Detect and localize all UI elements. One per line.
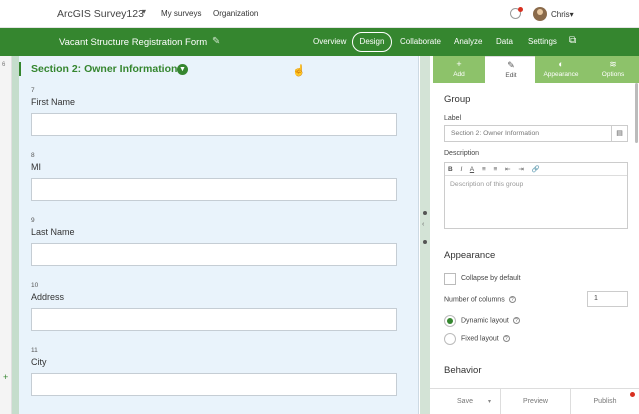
tab-add[interactable]: + Add <box>433 56 485 83</box>
sliders-icon: ≋ <box>609 59 617 69</box>
description-editor[interactable]: B I A ≡ ≡ ⇤ ⇥ 🔗 Description of this grou… <box>444 162 628 229</box>
question-first-name[interactable]: 7 First Name <box>31 87 401 136</box>
question-label: MI <box>31 162 41 172</box>
form-canvas: Section 2: Owner Information ▼ 7 First N… <box>19 56 419 414</box>
preview-button[interactable]: Preview <box>500 389 570 414</box>
fixed-layout-label: Fixed layout? <box>461 335 510 342</box>
survey-header-bar: Vacant Structure Registration Form ✎ Ove… <box>0 28 639 56</box>
bold-icon[interactable]: B <box>448 166 453 173</box>
question-number: 8 <box>31 152 35 159</box>
tab-appearance[interactable]: ◐ Appearance <box>535 56 587 83</box>
top-bar: ArcGIS Survey123 ▾ My surveys Organizati… <box>0 0 639 28</box>
columns-input[interactable]: 1 <box>587 291 628 307</box>
appearance-heading: Appearance <box>444 250 496 261</box>
mouse-cursor-icon: ☝ <box>292 65 306 77</box>
italic-icon[interactable]: I <box>461 166 463 173</box>
tab-edit[interactable]: ✎ Edit <box>485 56 537 83</box>
dynamic-layout-label: Dynamic layout? <box>461 317 520 324</box>
label-caption: Label <box>444 115 462 122</box>
question-marker: 6 <box>2 62 6 68</box>
columns-label: Number of columns? <box>444 296 516 303</box>
numbered-list-icon[interactable]: ≡ <box>482 166 486 173</box>
question-label: Address <box>31 292 65 302</box>
collapse-label: Collapse by default <box>461 275 521 282</box>
info-icon[interactable]: ? <box>512 317 520 324</box>
panel-content: Group Label Section 2: Owner Information… <box>430 83 639 388</box>
section-accent <box>19 62 21 76</box>
edit-title-pencil-icon[interactable]: ✎ <box>212 36 220 47</box>
form-title: Vacant Structure Registration Form <box>59 37 208 48</box>
question-city[interactable]: 11 City <box>31 347 401 396</box>
mi-input[interactable] <box>31 178 397 201</box>
text-color-icon[interactable]: A <box>470 166 474 173</box>
translate-icon[interactable]: ▤ <box>611 126 627 141</box>
tab-options[interactable]: ≋ Options <box>587 56 639 83</box>
plus-icon: + <box>456 59 462 69</box>
question-mi[interactable]: 8 MI <box>31 152 401 201</box>
link-icon[interactable]: 🔗 <box>532 166 540 173</box>
drag-handle-icon[interactable] <box>423 240 427 244</box>
question-number: 9 <box>31 217 35 224</box>
question-number: 10 <box>31 282 39 289</box>
first-name-input[interactable] <box>31 113 397 136</box>
collapse-checkbox[interactable] <box>444 273 456 285</box>
drag-handle-icon[interactable] <box>423 211 427 215</box>
behavior-heading: Behavior <box>444 365 482 376</box>
label-input[interactable]: Section 2: Owner Information ▤ <box>444 125 628 142</box>
avatar[interactable] <box>533 7 547 21</box>
user-menu[interactable]: Chris▾ <box>551 10 574 19</box>
dynamic-layout-radio[interactable] <box>444 315 456 327</box>
notification-badge <box>518 7 523 12</box>
save-dropdown-caret-icon[interactable]: ▾ <box>488 389 491 414</box>
section-collapse-chevron-icon[interactable]: ▼ <box>177 64 188 75</box>
tab-settings[interactable]: Settings <box>528 37 557 46</box>
panel-footer: Save ▾ Preview Publish <box>430 388 639 414</box>
app-title[interactable]: ArcGIS Survey123 <box>57 8 144 20</box>
properties-panel: + Add ✎ Edit ◐ Appearance ≋ Options Grou… <box>430 56 639 414</box>
question-number: 7 <box>31 87 35 94</box>
tab-design[interactable]: Design <box>352 32 392 52</box>
question-last-name[interactable]: 9 Last Name <box>31 217 401 266</box>
tab-overview[interactable]: Overview <box>313 37 346 46</box>
indent-icon[interactable]: ⇥ <box>518 166 523 173</box>
city-input[interactable] <box>31 373 397 396</box>
description-caption: Description <box>444 150 480 157</box>
editor-toolbar: B I A ≡ ≡ ⇤ ⇥ 🔗 <box>445 163 627 176</box>
tab-collaborate[interactable]: Collaborate <box>400 37 441 46</box>
panel-divider[interactable]: ‹ <box>420 56 430 414</box>
tab-data[interactable]: Data <box>496 37 513 46</box>
last-name-input[interactable] <box>31 243 397 266</box>
address-input[interactable] <box>31 308 397 331</box>
bullet-list-icon[interactable]: ≡ <box>494 166 498 173</box>
collapse-panel-chevron-icon[interactable]: ‹ <box>422 221 424 228</box>
section-strip <box>12 56 19 414</box>
fixed-layout-radio[interactable] <box>444 333 456 345</box>
question-label: First Name <box>31 97 76 107</box>
question-address[interactable]: 10 Address <box>31 282 401 331</box>
panel-tabs: + Add ✎ Edit ◐ Appearance ≋ Options <box>430 56 639 83</box>
unpublished-changes-badge <box>630 392 635 397</box>
left-rail: 6 + <box>0 56 12 414</box>
question-number: 11 <box>31 347 38 354</box>
group-heading: Group <box>444 94 471 105</box>
info-icon[interactable]: ? <box>508 296 516 303</box>
palette-icon: ◐ <box>558 59 564 69</box>
save-button[interactable]: Save ▾ <box>430 389 500 414</box>
notification-icon[interactable] <box>510 7 523 19</box>
panel-scrollbar[interactable] <box>635 83 638 143</box>
description-placeholder: Description of this group <box>450 181 524 188</box>
info-icon[interactable]: ? <box>502 335 510 342</box>
question-label: Last Name <box>31 227 75 237</box>
tab-analyze[interactable]: Analyze <box>454 37 482 46</box>
nav-my-surveys[interactable]: My surveys <box>161 9 201 18</box>
question-label: City <box>31 357 47 367</box>
nav-organization[interactable]: Organization <box>213 9 258 18</box>
section-title[interactable]: Section 2: Owner Information <box>31 63 177 75</box>
pencil-icon: ✎ <box>507 60 515 70</box>
app-switcher-caret-icon[interactable]: ▾ <box>142 7 146 16</box>
outdent-icon[interactable]: ⇤ <box>505 166 510 173</box>
add-question-icon[interactable]: + <box>3 372 8 382</box>
publish-button[interactable]: Publish <box>570 389 639 414</box>
share-icon[interactable]: ⧉ <box>569 35 576 46</box>
